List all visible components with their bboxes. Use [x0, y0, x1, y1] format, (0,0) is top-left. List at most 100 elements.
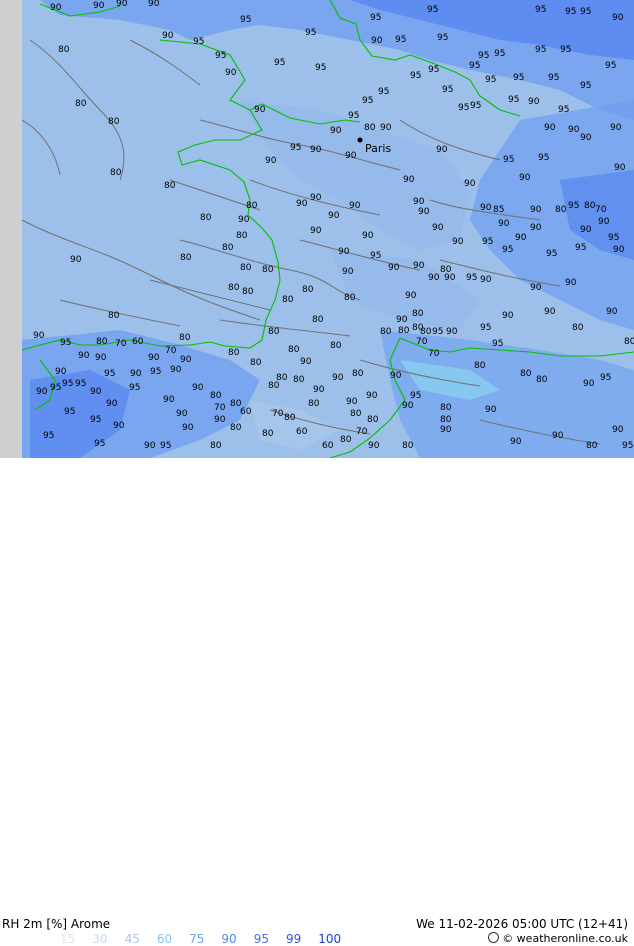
contour-label: 95	[362, 96, 373, 106]
contour-label: 90	[254, 105, 266, 115]
contour-label: 95	[94, 439, 105, 449]
contour-label: 95	[432, 327, 443, 337]
contour-label: 80	[293, 375, 305, 385]
weatheronline-logo-icon	[488, 932, 500, 943]
contour-label: 80	[110, 168, 122, 178]
contour-label: 80	[536, 375, 548, 385]
contour-label: 80	[474, 361, 486, 371]
contour-label: 90	[176, 409, 188, 419]
contour-label: 90	[498, 219, 510, 229]
contour-label: 90	[403, 175, 415, 185]
contour-label: 90	[380, 123, 392, 133]
contour-label: 95	[240, 15, 251, 25]
contour-label: 90	[225, 68, 237, 78]
contour-label: 90	[502, 311, 514, 321]
contour-label: 80	[520, 369, 532, 379]
contour-label: 70	[115, 339, 127, 349]
rh-map[interactable]: Paris 90 90 90 9095959595 95 95 959090959595 95…	[22, 0, 634, 458]
contour-label: 80	[262, 429, 274, 439]
contour-label: 80	[228, 283, 240, 293]
contour-label: 80	[262, 265, 274, 275]
contour-label: 90	[328, 211, 340, 221]
contour-label: 90	[342, 267, 354, 277]
contour-label: 90	[330, 126, 342, 136]
contour-label: 80	[364, 123, 376, 133]
contour-label: 95	[600, 373, 611, 383]
contour-label: 80	[222, 243, 234, 253]
contour-label: 95	[560, 45, 571, 55]
legend-item: 95	[253, 932, 269, 946]
contour-label: 90	[366, 391, 378, 401]
contour-label: 90	[388, 263, 400, 273]
legend-item: 30	[92, 932, 108, 946]
contour-label: 90	[480, 275, 492, 285]
contour-label: 80	[312, 315, 324, 325]
contour-label: 80	[180, 253, 192, 263]
contour-label: 90	[405, 291, 417, 301]
contour-label: 90	[464, 179, 476, 189]
contour-label: 95	[548, 73, 559, 83]
contour-label: 90	[265, 156, 277, 166]
contour-label: 80	[308, 399, 320, 409]
contour-label: 90	[528, 97, 540, 107]
contour-label: 95	[193, 37, 204, 47]
contour-label: 95	[410, 71, 421, 81]
contour-label: 90	[452, 237, 464, 247]
contour-label: 90	[446, 327, 458, 337]
contour-label: 90	[90, 387, 102, 397]
contour-label: 80	[164, 181, 176, 191]
contour-label: 70	[272, 409, 284, 419]
contour-label: 80	[302, 285, 314, 295]
contour-label: 95	[62, 379, 73, 389]
contour-label: 90	[296, 199, 308, 209]
contour-label: 95	[378, 87, 389, 97]
contour-label: 95	[482, 237, 493, 247]
contour-label: 95	[442, 85, 453, 95]
contour-label: 70	[165, 346, 177, 356]
contour-label: 95	[470, 101, 481, 111]
contour-label: 80	[282, 295, 294, 305]
credit[interactable]: © weatheronline.co.uk	[488, 932, 628, 945]
contour-label: 90	[116, 0, 128, 9]
contour-label: 60	[296, 427, 308, 437]
contour-label: 80	[624, 337, 634, 347]
contour-label: 80	[179, 333, 191, 343]
contour-label: 90	[55, 367, 67, 377]
contour-label: 80	[352, 369, 364, 379]
valid-time: We 11-02-2026 05:00 UTC (12+41)	[416, 917, 628, 931]
contour-label: 95	[395, 35, 406, 45]
contour-label: 95	[478, 51, 489, 61]
contour-label: 90	[552, 431, 564, 441]
contour-label: 95	[90, 415, 101, 425]
contour-label: 80	[268, 327, 280, 337]
contour-label: 80	[210, 441, 222, 451]
contour-label: 80	[440, 415, 452, 425]
contour-label: 80	[584, 201, 596, 211]
contour-label: 90	[544, 307, 556, 317]
contour-label: 95	[75, 379, 86, 389]
contour-label: 90	[510, 437, 522, 447]
contour-label: 95	[558, 105, 569, 115]
contour-label: 80	[58, 45, 70, 55]
contour-label: 80	[268, 381, 280, 391]
contour-label: 80	[402, 441, 414, 451]
contour-label: 95	[538, 153, 549, 163]
contour-label: 90	[310, 145, 322, 155]
contour-label: 90	[436, 145, 448, 155]
contour-label: 95	[150, 367, 161, 377]
contour-label: 80	[228, 348, 240, 358]
contour-label: 90	[614, 163, 626, 173]
contour-label: 90	[580, 133, 592, 143]
credit-text: © weatheronline.co.uk	[502, 932, 628, 945]
contour-label: 90	[544, 123, 556, 133]
contour-label: 80	[420, 327, 432, 337]
contour-label: 90	[418, 207, 430, 217]
contour-label: 95	[580, 81, 591, 91]
contour-label: 90	[610, 123, 622, 133]
footer: RH 2m [%] Arome We 11-02-2026 05:00 UTC …	[0, 458, 634, 946]
contour-label: 80	[250, 358, 262, 368]
contour-label: 95	[622, 441, 633, 451]
contour-label: 95	[428, 65, 439, 75]
contour-label: 90	[162, 31, 174, 41]
contour-label: 80	[200, 213, 212, 223]
